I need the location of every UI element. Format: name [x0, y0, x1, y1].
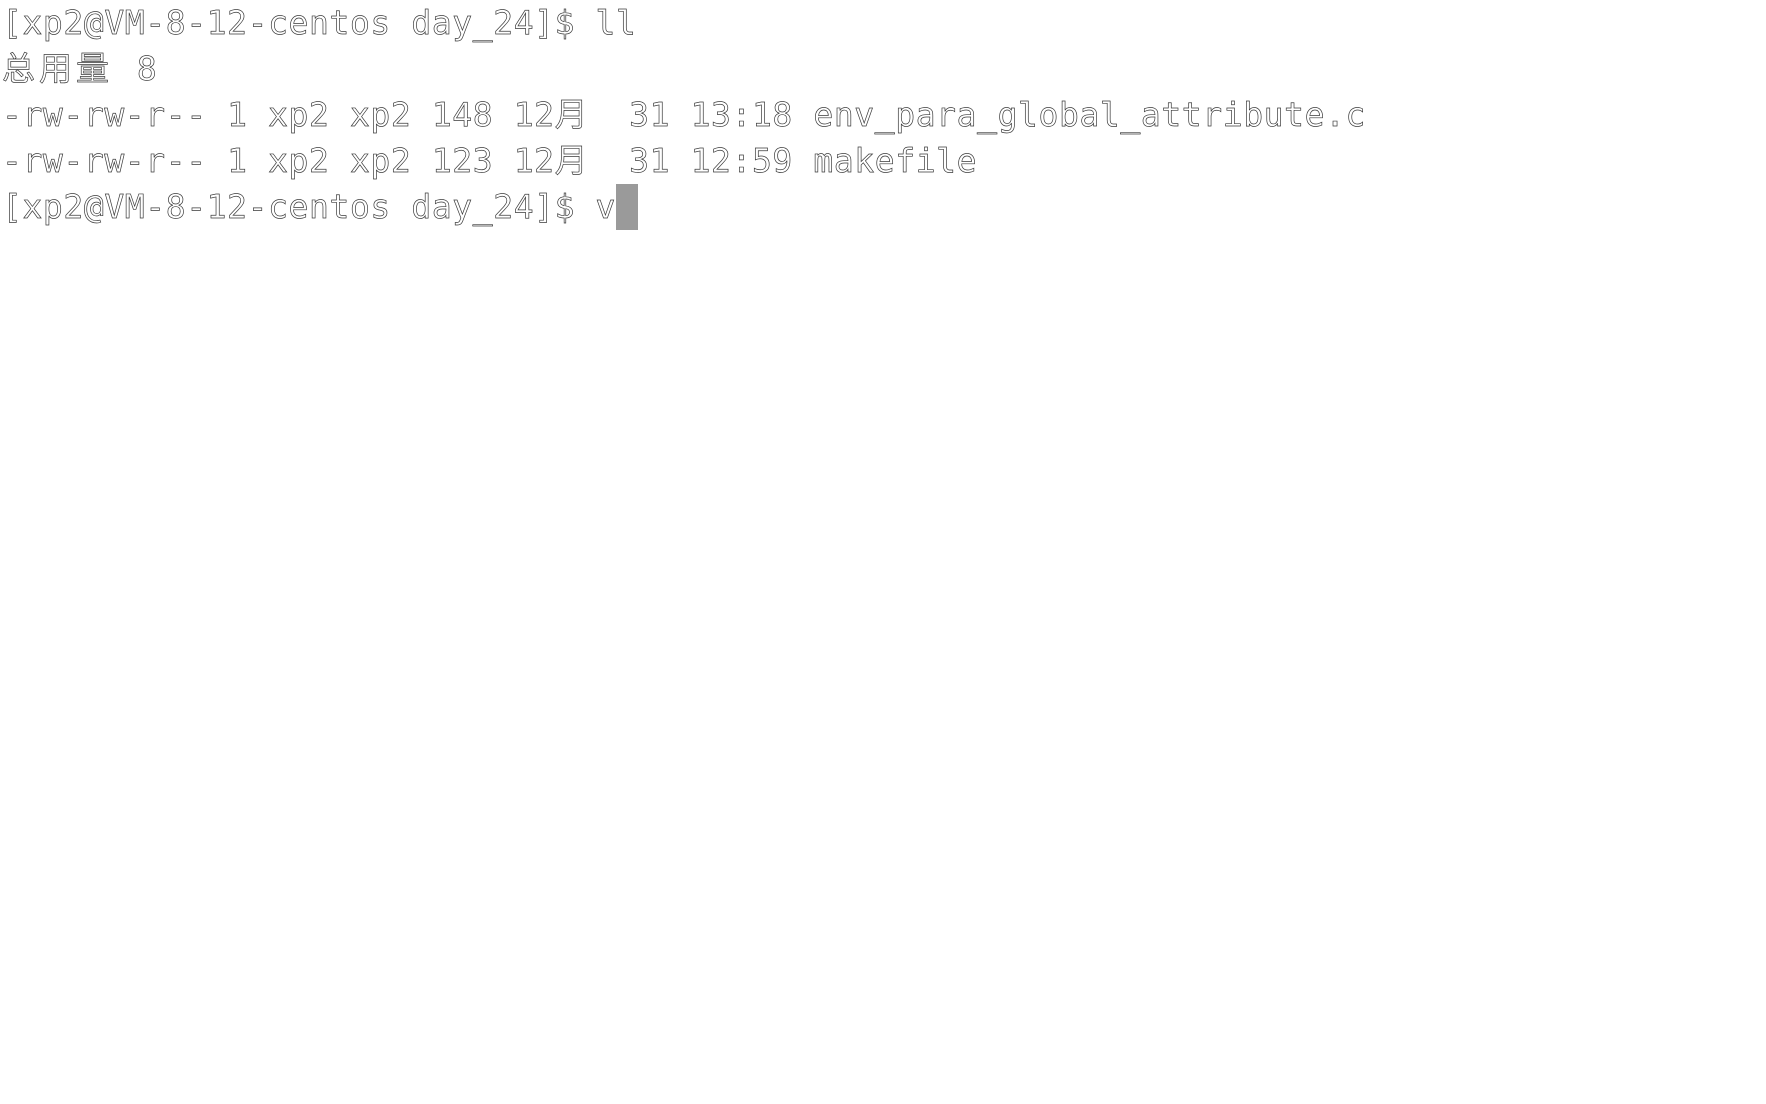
terminal-line-current-prompt[interactable]: [xp2@VM-8-12-centos day_24]$ v [2, 184, 1766, 230]
text-cursor [616, 184, 639, 230]
terminal-line-file-entry: -rw-rw-r-- 1 xp2 xp2 148 12月 31 13:18 en… [2, 95, 1366, 135]
terminal-line-prompt-command: [xp2@VM-8-12-centos day_24]$ ll [2, 3, 637, 43]
terminal-window[interactable]: [xp2@VM-8-12-centos day_24]$ ll 总用量 8 -r… [0, 0, 1766, 1104]
terminal-line-total: 总用量 8 [2, 49, 161, 89]
current-input-text: [xp2@VM-8-12-centos day_24]$ v [2, 187, 617, 227]
terminal-line-file-entry: -rw-rw-r-- 1 xp2 xp2 123 12月 31 12:59 ma… [2, 141, 978, 181]
